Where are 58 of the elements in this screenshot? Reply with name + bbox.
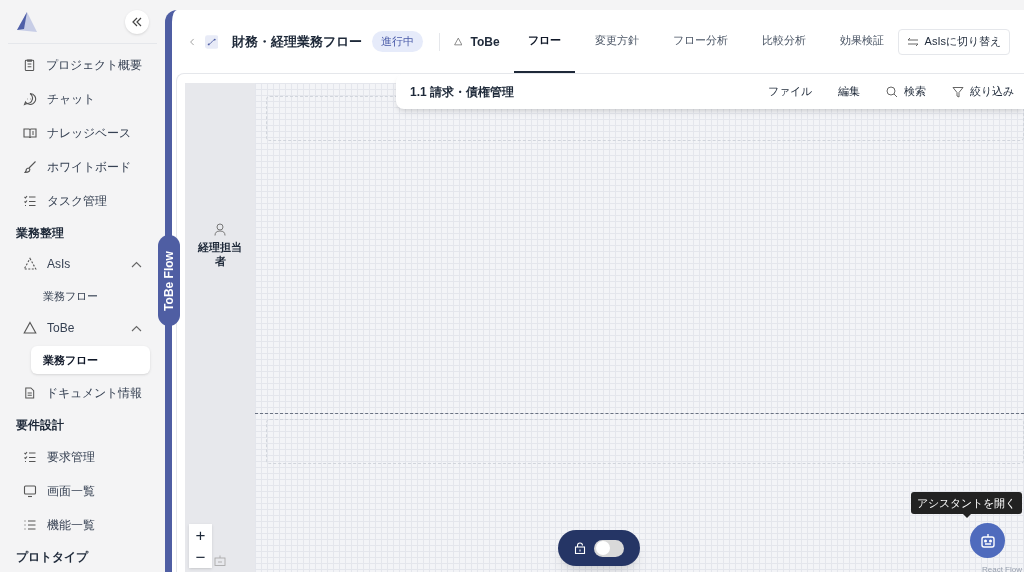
sidebar-item[interactable]: 機能一覧 <box>8 508 157 542</box>
zoom-out-button[interactable]: − <box>189 546 212 568</box>
sidebar-item[interactable]: 画面一覧 <box>8 474 157 508</box>
triangle-icon <box>453 35 463 48</box>
monitor-icon <box>23 484 37 498</box>
checklist-icon <box>23 194 37 208</box>
sidebar-item[interactable]: タスク管理 <box>8 184 157 218</box>
dashed-triangle-icon <box>23 257 37 271</box>
sidebar-subitem[interactable]: 業務フロー <box>31 346 150 374</box>
toggle-switch[interactable] <box>594 539 624 557</box>
sidebar-subitem[interactable]: 業務フロー <box>31 282 150 310</box>
double-chevron-icon <box>132 16 142 27</box>
side-tab[interactable]: ToBe Flow <box>158 235 180 326</box>
tab[interactable]: フロー分析 <box>658 10 742 73</box>
brush-icon <box>23 160 37 174</box>
sidebar-item[interactable]: ナレッジベース <box>8 116 157 150</box>
sidebar-item[interactable]: ドキュメント情報 <box>8 376 157 410</box>
section-heading: プロトタイプ <box>15 549 90 566</box>
logo-icon <box>16 10 38 33</box>
book-icon <box>23 126 37 140</box>
sidebar-item[interactable]: チャット <box>8 82 157 116</box>
tab[interactable]: 比較分析 <box>747 10 820 73</box>
lock-icon <box>574 542 586 554</box>
list-icon <box>23 518 37 532</box>
robot-icon <box>979 532 996 549</box>
sidebar-item[interactable]: ホワイトボード <box>8 150 157 184</box>
switch-button[interactable]: AsIsに切り替え <box>897 28 1010 55</box>
chevron-icon <box>131 260 142 268</box>
chevron-icon <box>131 324 142 332</box>
menu-item[interactable]: 絞り込み <box>952 83 1014 100</box>
filter-icon <box>952 85 964 98</box>
menu-item[interactable]: 編集 <box>838 83 860 100</box>
collapse-button[interactable] <box>125 9 149 34</box>
search-icon <box>886 85 898 98</box>
sidebar-group[interactable]: AsIs <box>8 248 157 280</box>
triangle-icon <box>23 321 37 335</box>
checklist-icon <box>23 450 37 464</box>
tab[interactable]: 変更方針 <box>580 10 653 73</box>
sidebar-item[interactable]: 要求管理 <box>8 440 157 474</box>
swap-icon <box>906 36 919 47</box>
clipboard-icon <box>23 58 36 72</box>
toolbar-title: 1.1 請求・債権管理 <box>410 83 514 101</box>
menu-item[interactable]: 検索 <box>886 83 926 100</box>
menu-item[interactable]: ファイル <box>768 83 812 100</box>
person-icon <box>214 223 226 236</box>
sidebar-group[interactable]: ToBe <box>8 312 157 344</box>
tooltip: アシスタントを開く <box>911 491 1022 514</box>
tab[interactable]: 効果検証 <box>825 10 898 73</box>
lane-label: 経理担当者 <box>196 240 243 268</box>
section-heading: 要件設計 <box>15 417 65 434</box>
status-badge: 進行中 <box>372 31 424 52</box>
lock-toggle[interactable] <box>558 530 640 566</box>
section-heading: 業務整理 <box>15 225 65 242</box>
zoom-in-button[interactable]: + <box>189 524 212 546</box>
document-icon <box>23 386 36 400</box>
sidebar-item[interactable]: プロジェクト概要 <box>8 48 157 82</box>
flow-title: 財務・経理業務フロー <box>232 32 363 51</box>
mode-label: ToBe <box>470 33 500 51</box>
